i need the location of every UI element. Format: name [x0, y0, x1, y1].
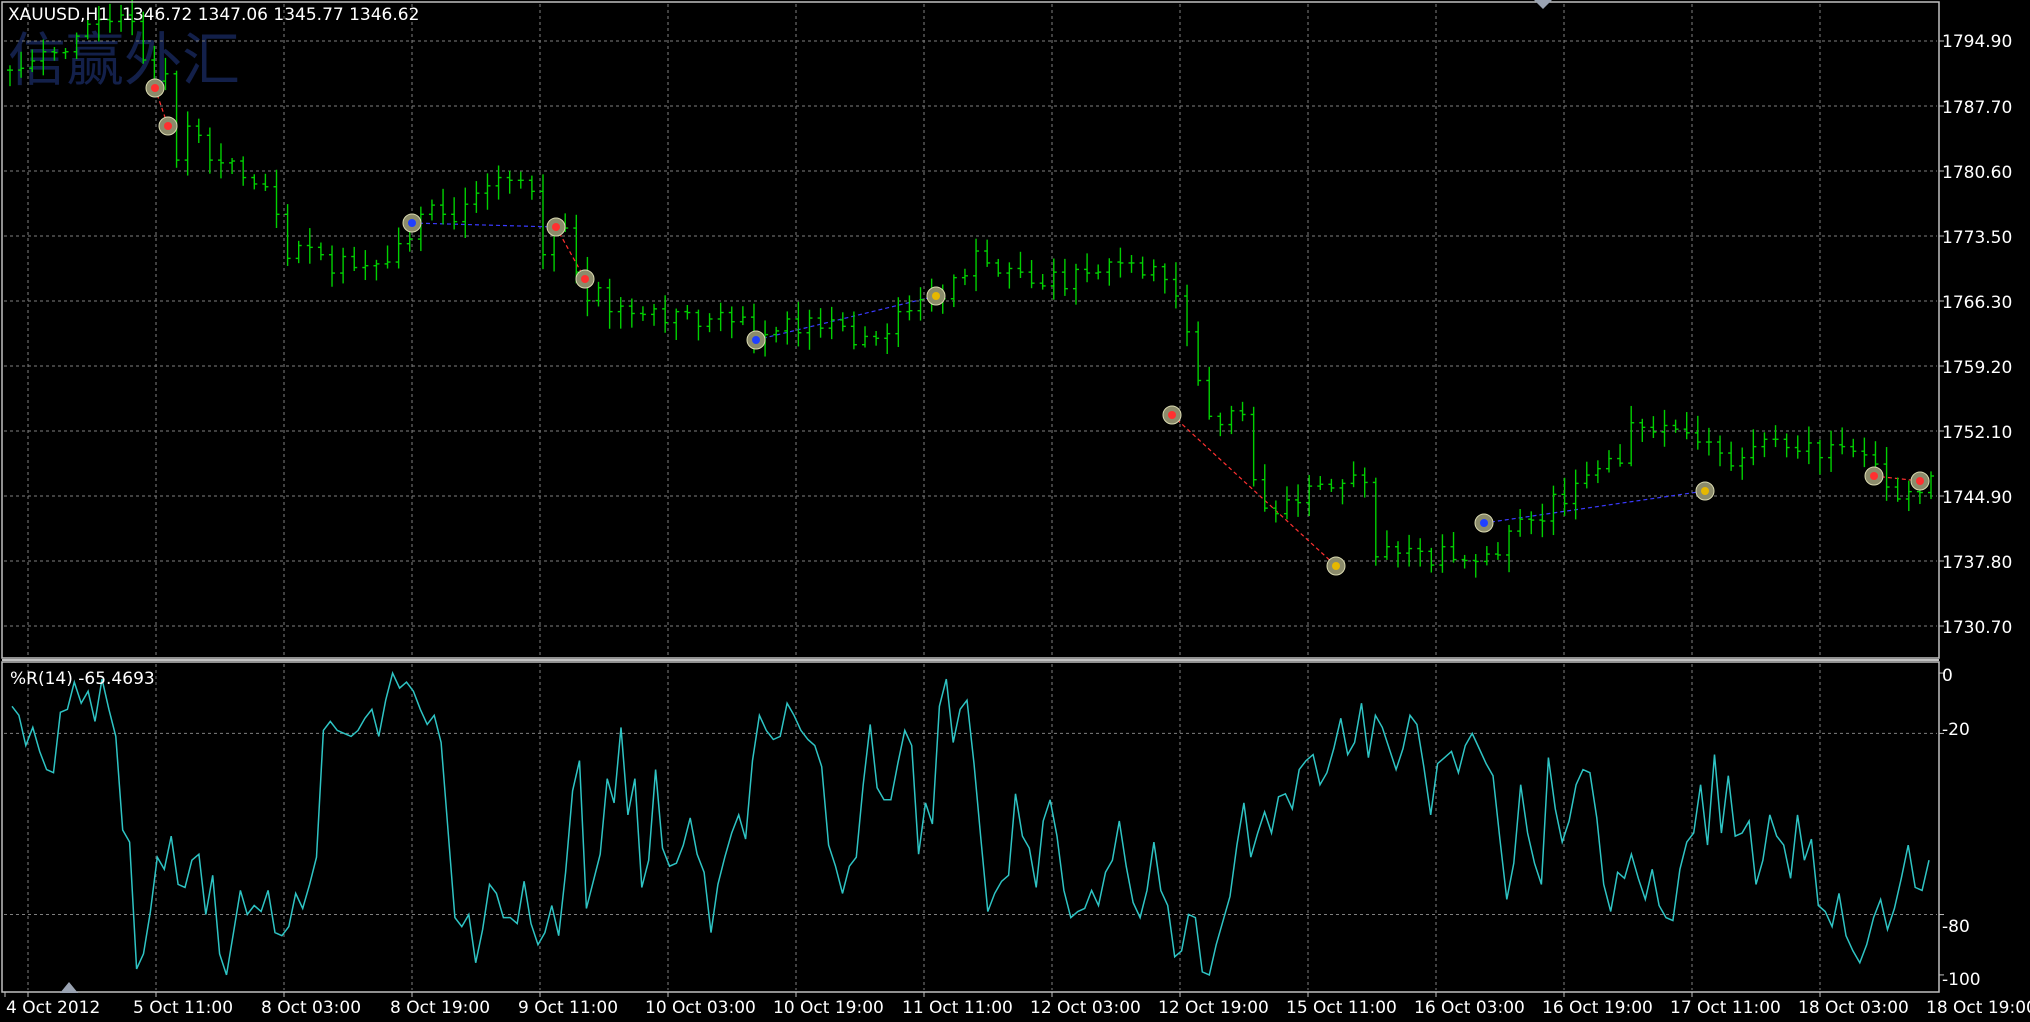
time-axis-label: 15 Oct 11:00	[1286, 998, 1397, 1018]
time-axis-label: 8 Oct 03:00	[261, 998, 361, 1018]
time-axis-label: 9 Oct 11:00	[518, 998, 618, 1018]
signal-marker-dot	[408, 219, 416, 227]
price-axis-label: 1766.30	[1942, 293, 2012, 313]
price-axis-label: 1730.70	[1942, 618, 2012, 638]
price-axis-label: 1752.10	[1942, 423, 2012, 443]
time-axis-label: 10 Oct 19:00	[773, 998, 884, 1018]
price-axis-label: 1773.50	[1942, 228, 2012, 248]
time-axis-label: 5 Oct 11:00	[133, 998, 233, 1018]
indicator-label: %R(14) -65.4693	[10, 669, 155, 689]
signal-marker-dot	[1870, 472, 1878, 480]
signal-marker-dot	[932, 292, 940, 300]
signal-marker-dot	[1480, 519, 1488, 527]
price-axis-label: 1794.90	[1942, 32, 2012, 52]
signal-marker-dot	[1701, 487, 1709, 495]
signal-marker-dot	[1916, 477, 1924, 485]
price-axis-label: 1780.60	[1942, 163, 2012, 183]
symbol-label: XAUUSD,H1	[8, 5, 109, 25]
indicator-axis-label: 0	[1942, 666, 1953, 686]
signal-marker-dot	[1332, 562, 1340, 570]
price-axis-label: 1759.20	[1942, 358, 2012, 378]
signal-marker-dot	[581, 275, 589, 283]
chart-background	[0, 0, 2030, 1022]
time-axis-label: 16 Oct 19:00	[1542, 998, 1653, 1018]
time-axis-label: 18 Oct 03:00	[1798, 998, 1909, 1018]
price-axis-label: 1737.80	[1942, 553, 2012, 573]
time-axis-label: 12 Oct 03:00	[1030, 998, 1141, 1018]
price-axis-label: 1744.90	[1942, 488, 2012, 508]
time-axis-label: 4 Oct 2012	[6, 998, 100, 1018]
trading-chart[interactable]: 信赢外汇 XAUUSD,H1 1346.72 1347.06 1345.77 1…	[0, 0, 2030, 1022]
indicator-axis-label: -20	[1942, 720, 1970, 740]
signal-marker-dot	[552, 223, 560, 231]
time-axis-label: 10 Oct 03:00	[645, 998, 756, 1018]
signal-marker-dot	[164, 122, 172, 130]
time-axis-label: 12 Oct 19:00	[1158, 998, 1269, 1018]
time-axis-label: 17 Oct 11:00	[1670, 998, 1781, 1018]
time-axis-label: 11 Oct 11:00	[902, 998, 1013, 1018]
signal-marker-dot	[752, 336, 760, 344]
price-axis-label: 1787.70	[1942, 98, 2012, 118]
time-axis-label: 8 Oct 19:00	[390, 998, 490, 1018]
time-axis-label: 18 Oct 19:00	[1926, 998, 2030, 1018]
ohlc-label: 1346.72 1347.06 1345.77 1346.62	[122, 5, 419, 25]
time-axis-label: 16 Oct 03:00	[1414, 998, 1525, 1018]
signal-marker-dot	[151, 84, 159, 92]
indicator-axis-label: -100	[1942, 970, 1981, 990]
signal-marker-dot	[1168, 411, 1176, 419]
indicator-axis-label: -80	[1942, 917, 1970, 937]
